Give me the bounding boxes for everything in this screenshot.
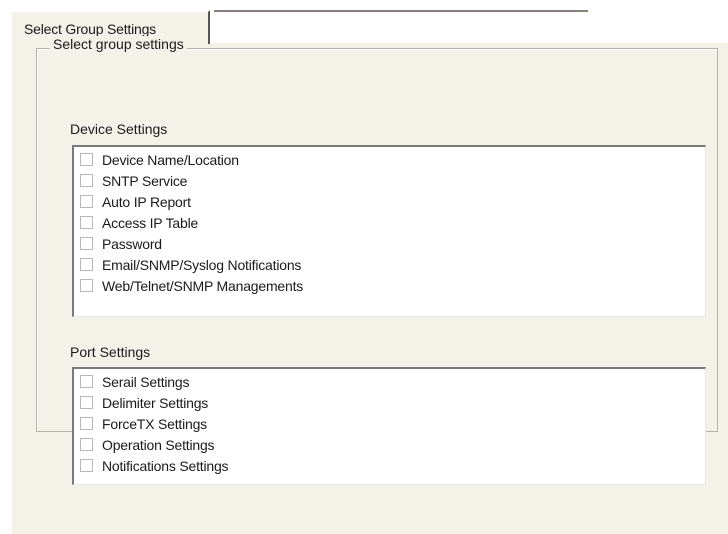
device-settings-list[interactable]: Device Name/Location SNTP Service Auto I… <box>72 145 706 317</box>
checkbox[interactable] <box>80 375 93 388</box>
device-item-sntp-service[interactable]: SNTP Service <box>74 170 705 191</box>
device-item-auto-ip-report[interactable]: Auto IP Report <box>74 191 705 212</box>
port-item-delimiter-settings[interactable]: Delimiter Settings <box>74 392 705 413</box>
device-item-managements[interactable]: Web/Telnet/SNMP Managements <box>74 275 705 296</box>
checkbox[interactable] <box>80 396 93 409</box>
checkbox[interactable] <box>80 174 93 187</box>
checkbox[interactable] <box>80 279 93 292</box>
port-settings-list[interactable]: Serail Settings Delimiter Settings Force… <box>72 367 706 485</box>
port-item-operation-settings[interactable]: Operation Settings <box>74 434 705 455</box>
checkbox[interactable] <box>80 153 93 166</box>
checkbox[interactable] <box>80 237 93 250</box>
checkbox[interactable] <box>80 438 93 451</box>
tabstrip-line <box>214 10 588 12</box>
device-item-notifications[interactable]: Email/SNMP/Syslog Notifications <box>74 254 705 275</box>
port-item-serail-settings[interactable]: Serail Settings <box>74 371 705 392</box>
device-item-name-location[interactable]: Device Name/Location <box>74 149 705 170</box>
tab-label: Select Group Settings <box>24 21 156 37</box>
checkbox[interactable] <box>80 216 93 229</box>
port-item-forcetx-settings[interactable]: ForceTX Settings <box>74 413 705 434</box>
device-item-password[interactable]: Password <box>74 233 705 254</box>
device-settings-label: Device Settings <box>70 121 168 137</box>
checkbox[interactable] <box>80 195 93 208</box>
groupbox-title: Select group settings <box>50 36 187 52</box>
port-settings-label: Port Settings <box>70 344 151 360</box>
checkbox[interactable] <box>80 459 93 472</box>
port-item-notifications-settings[interactable]: Notifications Settings <box>74 455 705 476</box>
checkbox[interactable] <box>80 258 93 271</box>
device-item-access-ip-table[interactable]: Access IP Table <box>74 212 705 233</box>
checkbox[interactable] <box>80 417 93 430</box>
